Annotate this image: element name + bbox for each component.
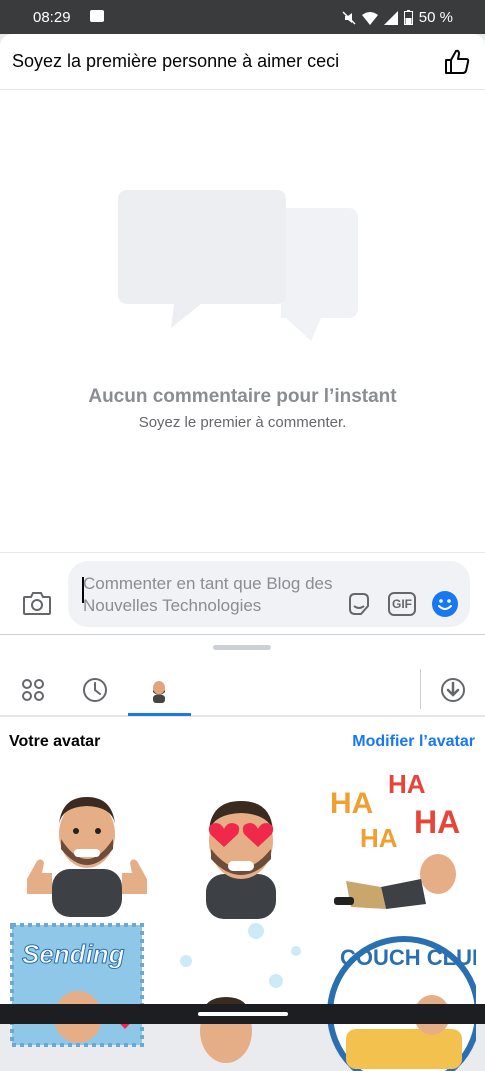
comment-composer: Commenter en tant que Blog des Nouvelles…: [0, 552, 485, 634]
status-time: 08:29: [33, 9, 71, 26]
tab-all-categories-icon[interactable]: [18, 675, 48, 705]
sticker-couch-club[interactable]: COUCH CLUB: [326, 921, 476, 1071]
battery-icon: [403, 10, 413, 25]
sticker-bubbles[interactable]: [166, 921, 316, 1071]
camera-icon[interactable]: [22, 589, 52, 617]
sticker-tray: Votre avatar Modifier l’avatar HA HA HA …: [0, 634, 485, 1071]
sticker-heart-eyes[interactable]: [166, 769, 316, 919]
comment-input[interactable]: Commenter en tant que Blog des Nouvelles…: [68, 561, 470, 627]
status-bar: 08:29 50 %: [0, 0, 485, 34]
avatar-section-header: Votre avatar Modifier l’avatar: [0, 731, 485, 755]
svg-text:HA: HA: [360, 823, 398, 853]
comments-sheet: Soyez la première personne à aimer ceci …: [0, 34, 485, 634]
mute-icon: [342, 10, 356, 25]
tab-divider: [420, 669, 421, 709]
home-gesture-pill[interactable]: [198, 1012, 288, 1016]
svg-text:COUCH CLUB: COUCH CLUB: [340, 945, 476, 970]
drag-handle[interactable]: [213, 645, 271, 650]
likes-header: Soyez la première personne à aimer ceci: [0, 34, 485, 90]
svg-text:HA: HA: [388, 769, 426, 799]
sticker-laughing[interactable]: HA HA HA HA: [326, 769, 476, 919]
like-icon[interactable]: [443, 48, 471, 76]
sticker-thumbs-up[interactable]: [12, 769, 162, 919]
tab-avatar-icon[interactable]: [144, 675, 174, 705]
active-tab-indicator: [128, 713, 191, 716]
likes-text: Soyez la première personne à aimer ceci: [12, 51, 340, 71]
gallery-notification-icon: [90, 10, 104, 22]
edit-avatar-link[interactable]: Modifier l’avatar: [352, 733, 475, 751]
sticker-icon[interactable]: [346, 591, 372, 617]
wifi-icon: [361, 11, 378, 25]
empty-state: Aucun commentaire pour l’instant Soyez l…: [0, 90, 485, 550]
sticker-sending[interactable]: Sending: [8, 921, 158, 1071]
empty-subtitle: Soyez le premier à commenter.: [138, 414, 347, 431]
download-icon[interactable]: [438, 675, 468, 705]
svg-text:Sending: Sending: [22, 939, 125, 969]
signal-icon: [383, 10, 398, 25]
comment-bubbles-icon: [118, 190, 358, 341]
comment-placeholder: Commenter en tant que Blog des Nouvelles…: [83, 574, 333, 615]
tab-recent-clock-icon[interactable]: [80, 675, 110, 705]
section-title: Votre avatar: [9, 733, 101, 750]
status-icons: 50 %: [342, 9, 453, 26]
system-nav-bar: [0, 1004, 485, 1024]
sticker-tabs: [0, 665, 485, 717]
battery-percent: 50 %: [418, 9, 453, 26]
gif-button[interactable]: GIF: [388, 592, 416, 616]
svg-text:HA: HA: [414, 804, 460, 840]
emoji-icon[interactable]: [432, 591, 458, 617]
svg-text:HA: HA: [330, 787, 373, 820]
empty-title: Aucun commentaire pour l’instant: [88, 386, 397, 407]
